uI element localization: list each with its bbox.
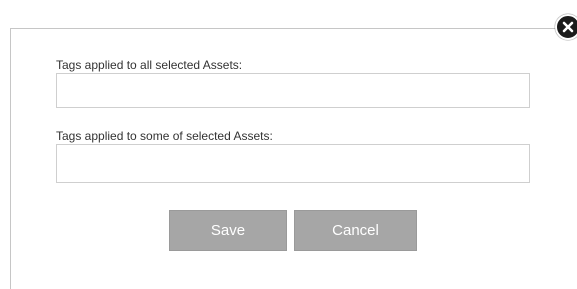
all-tags-input[interactable]: [56, 73, 530, 108]
some-tags-input[interactable]: [56, 144, 530, 183]
all-tags-label: Tags applied to all selected Assets:: [56, 58, 243, 72]
close-icon: [562, 21, 574, 33]
cancel-button[interactable]: Cancel: [294, 210, 417, 251]
save-button[interactable]: Save: [169, 210, 287, 251]
close-button[interactable]: [555, 14, 577, 40]
some-tags-label: Tags applied to some of selected Assets:: [56, 129, 273, 143]
